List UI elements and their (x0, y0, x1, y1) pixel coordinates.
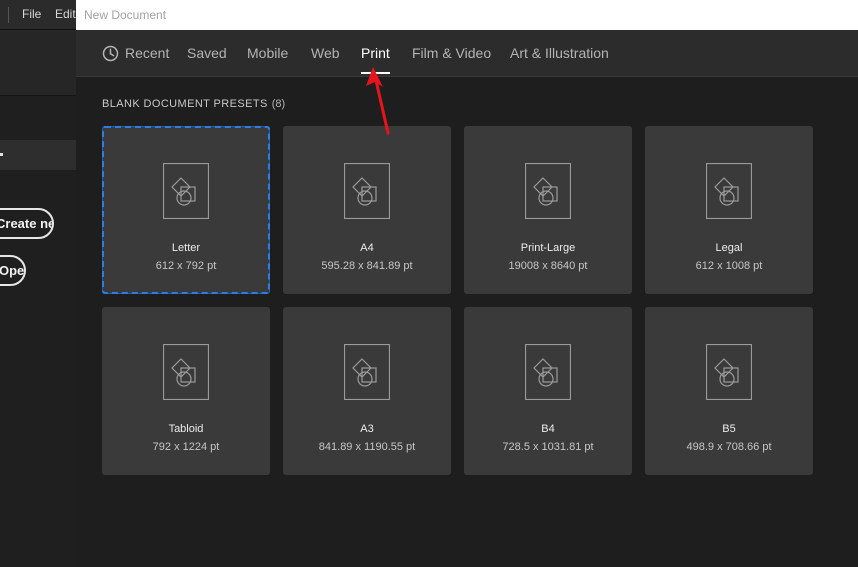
section-heading-text: BLANK DOCUMENT PRESETS (102, 98, 268, 110)
preset-card-legal[interactable]: Legal 612 x 1008 pt (645, 126, 813, 294)
document-preset-icon (344, 344, 390, 400)
document-preset-icon (525, 163, 571, 219)
tab-art-illustration[interactable]: Art & Illustration (510, 45, 609, 61)
preset-name: A3 (360, 423, 374, 435)
preset-card-a3[interactable]: A3 841.89 x 1190.55 pt (283, 307, 451, 475)
tab-print[interactable]: Print (361, 45, 390, 74)
preset-name: B5 (722, 423, 736, 435)
app-menubar: File Edit (0, 0, 76, 30)
open-button[interactable]: Open (0, 255, 26, 286)
document-preset-icon (163, 344, 209, 400)
preset-dimensions: 612 x 792 pt (155, 260, 217, 272)
preset-dimensions: 498.9 x 708.66 pt (686, 441, 772, 453)
document-preset-icon (706, 344, 752, 400)
tab-web[interactable]: Web (311, 45, 340, 61)
preset-card-b4[interactable]: B4 728.5 x 1031.81 pt (464, 307, 632, 475)
preset-dimensions: 728.5 x 1031.81 pt (502, 441, 594, 453)
menubar-separator (8, 7, 9, 23)
preset-card-b5[interactable]: B5 498.9 x 708.66 pt (645, 307, 813, 475)
preset-card-a4[interactable]: A4 595.28 x 841.89 pt (283, 126, 451, 294)
tab-label: Saved (187, 45, 227, 61)
menu-edit[interactable]: Edit (55, 7, 76, 21)
tab-label: Recent (125, 45, 170, 61)
tab-label: Mobile (247, 45, 289, 61)
dialog-title: New Document (84, 8, 167, 22)
document-preset-icon (706, 163, 752, 219)
dialog-titlebar: New Document (76, 0, 858, 30)
preset-dimensions: 19008 x 8640 pt (508, 260, 588, 272)
tab-label: Film & Video (412, 45, 492, 61)
document-preset-icon (344, 163, 390, 219)
sidebar-selected-row[interactable] (0, 140, 76, 170)
preset-dimensions: 612 x 1008 pt (695, 260, 763, 272)
tab-recent[interactable]: Recent (102, 45, 170, 62)
tab-mobile[interactable]: Mobile (247, 45, 288, 61)
tab-saved[interactable]: Saved (187, 45, 227, 61)
preset-name: B4 (541, 423, 555, 435)
preset-name: Print-Large (520, 242, 576, 254)
create-new-button[interactable]: Create new (0, 208, 54, 239)
active-tab-underline (361, 72, 390, 74)
preset-name: Letter (171, 242, 201, 254)
document-preset-icon (525, 344, 571, 400)
app-toolbar (0, 30, 76, 96)
preset-category-tabs: Recent Saved Mobile Web Print Film & Vid… (76, 30, 858, 77)
tab-label: Web (311, 45, 340, 61)
preset-count: (8) (271, 98, 286, 110)
preset-name: Legal (715, 242, 743, 254)
preset-card-print-large[interactable]: Print-Large 19008 x 8640 pt (464, 126, 632, 294)
tab-film-video[interactable]: Film & Video (412, 45, 491, 61)
tab-label: Print (361, 45, 390, 61)
preset-grid: Letter 612 x 792 pt A4 595.28 x 841.89 p… (102, 126, 813, 475)
row-marker (0, 153, 3, 156)
background-app-window: File Edit Create new Open (0, 0, 76, 567)
preset-card-letter[interactable]: Letter 612 x 792 pt (102, 126, 270, 294)
preset-dimensions: 792 x 1224 pt (152, 441, 220, 453)
preset-dimensions: 841.89 x 1190.55 pt (318, 441, 416, 453)
tab-label: Art & Illustration (510, 45, 609, 61)
document-preset-icon (163, 163, 209, 219)
new-document-dialog: New Document Recent Saved Mobile Web Pri… (76, 0, 858, 567)
preset-card-tabloid[interactable]: Tabloid 792 x 1224 pt (102, 307, 270, 475)
preset-name: Tabloid (168, 423, 204, 435)
section-heading: BLANK DOCUMENT PRESETS (8) (102, 98, 285, 110)
preset-name: A4 (360, 242, 374, 254)
menu-file[interactable]: File (22, 7, 41, 21)
preset-dimensions: 595.28 x 841.89 pt (321, 260, 413, 272)
clock-icon (102, 45, 119, 62)
